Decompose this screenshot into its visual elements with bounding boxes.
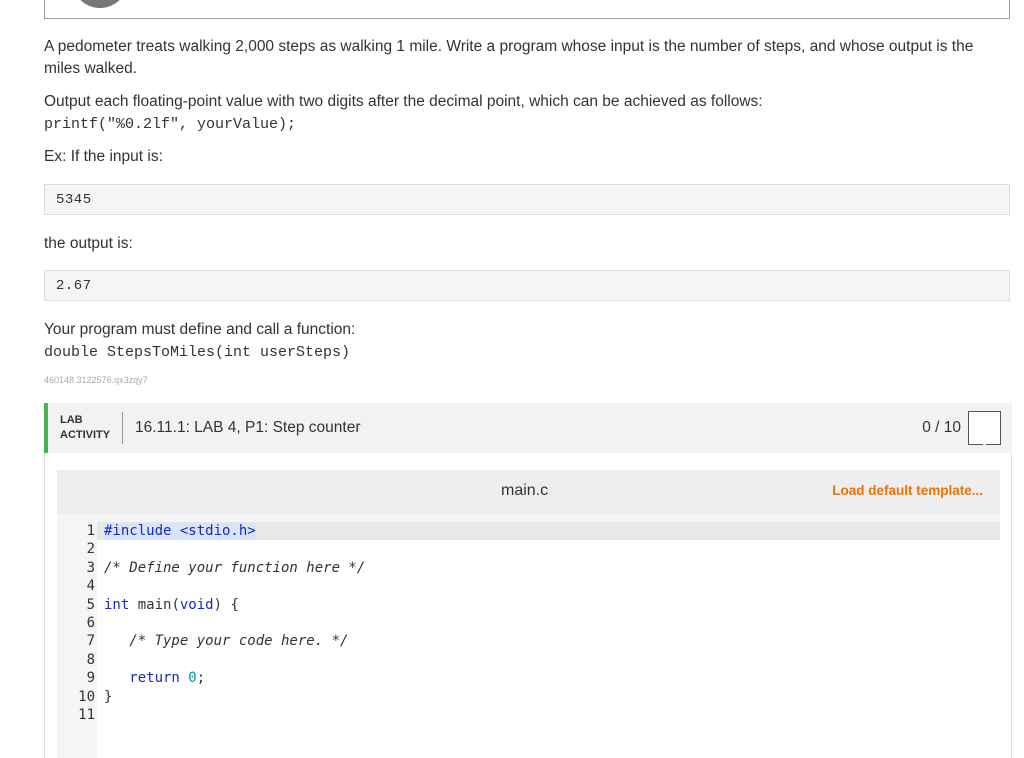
lab-tag-line1: LAB — [60, 414, 83, 426]
prompt-line-1: A pedometer treats walking 2,000 steps a… — [44, 38, 974, 55]
divider — [122, 412, 123, 444]
line-number: 11 — [78, 706, 95, 723]
code-text: main( — [129, 596, 180, 613]
function-note: Your program must define and call a func… — [44, 321, 356, 338]
code-text-area[interactable]: #include <stdio.h> /* Define your functi… — [97, 522, 1000, 758]
lab-tag-line2: ACTIVITY — [60, 429, 111, 441]
function-signature: double StepsToMiles(int userSteps) — [44, 344, 351, 361]
code-keyword: int — [104, 596, 130, 613]
line-number: 9 — [86, 670, 95, 687]
editor-panel: main.c Load default template... 1 2 3 4 … — [44, 453, 1012, 758]
prompt-paragraph: A pedometer treats walking 2,000 steps a… — [44, 36, 973, 80]
example-input-box: 5345 — [44, 184, 1010, 215]
code-line[interactable]: #include <stdio.h> — [97, 522, 1000, 541]
code-keyword: void — [179, 596, 214, 613]
line-number: 10 — [78, 688, 95, 705]
lab-activity-tag: LAB ACTIVITY — [60, 413, 110, 443]
line-number-gutter: 1 2 3 4 5 6 7 8 9 10 11 — [57, 522, 97, 724]
line-number: 6 — [86, 614, 95, 631]
code-line[interactable] — [97, 614, 1000, 632]
line-number: 2 — [86, 541, 95, 558]
code-number: 0 — [188, 670, 197, 687]
prompt-line-2: miles walked. — [44, 60, 138, 77]
code-comment: /* Type your code here. */ — [104, 633, 349, 650]
code-line[interactable] — [97, 651, 1000, 669]
code-line[interactable] — [97, 540, 1000, 558]
line-number: 3 — [86, 559, 95, 576]
code-comment: /* Define your function here */ — [104, 559, 366, 576]
lab-score: 0 / 10 — [922, 419, 961, 436]
previous-section-frame — [44, 0, 1010, 19]
format-note: Output each floating-point value with tw… — [44, 93, 763, 110]
code-line[interactable]: int main(void) { — [97, 596, 1000, 614]
code-text: ; — [196, 670, 206, 687]
include-directive: #include <stdio.h> — [104, 523, 256, 539]
code-line[interactable]: return 0; — [97, 669, 1000, 687]
code-text: } — [104, 688, 113, 705]
code-text: ) { — [213, 596, 239, 613]
completion-badge-icon — [968, 411, 1001, 445]
line-number: 4 — [86, 578, 95, 595]
code-line[interactable]: /* Define your function here */ — [97, 559, 1000, 577]
file-name: main.c — [501, 482, 549, 499]
line-number: 1 — [86, 523, 95, 539]
example-output-box: 2.67 — [44, 270, 1010, 301]
editor-header: main.c Load default template... — [57, 470, 1000, 514]
line-number: 5 — [86, 596, 95, 613]
output-intro: the output is: — [44, 235, 133, 252]
lab-activity-header: LAB ACTIVITY 16.11.1: LAB 4, P1: Step co… — [44, 403, 1012, 453]
line-number: 8 — [86, 651, 95, 668]
line-number: 7 — [86, 633, 95, 650]
code-line[interactable] — [97, 577, 1000, 595]
code-line[interactable]: /* Type your code here. */ — [97, 632, 1000, 650]
format-code: printf("%0.2lf", yourValue); — [44, 116, 297, 133]
code-line[interactable] — [97, 706, 1000, 724]
activity-id: 460148.3122576.qx3zqy7 — [44, 375, 148, 385]
code-keyword: return — [104, 670, 180, 687]
example-intro: Ex: If the input is: — [44, 148, 163, 165]
lab-title: 16.11.1: LAB 4, P1: Step counter — [135, 419, 361, 436]
code-line[interactable]: } — [97, 688, 1000, 706]
code-editor[interactable]: 1 2 3 4 5 6 7 8 9 10 11 #include <stdio.… — [57, 514, 1000, 758]
load-default-template-link[interactable]: Load default template... — [832, 483, 983, 498]
